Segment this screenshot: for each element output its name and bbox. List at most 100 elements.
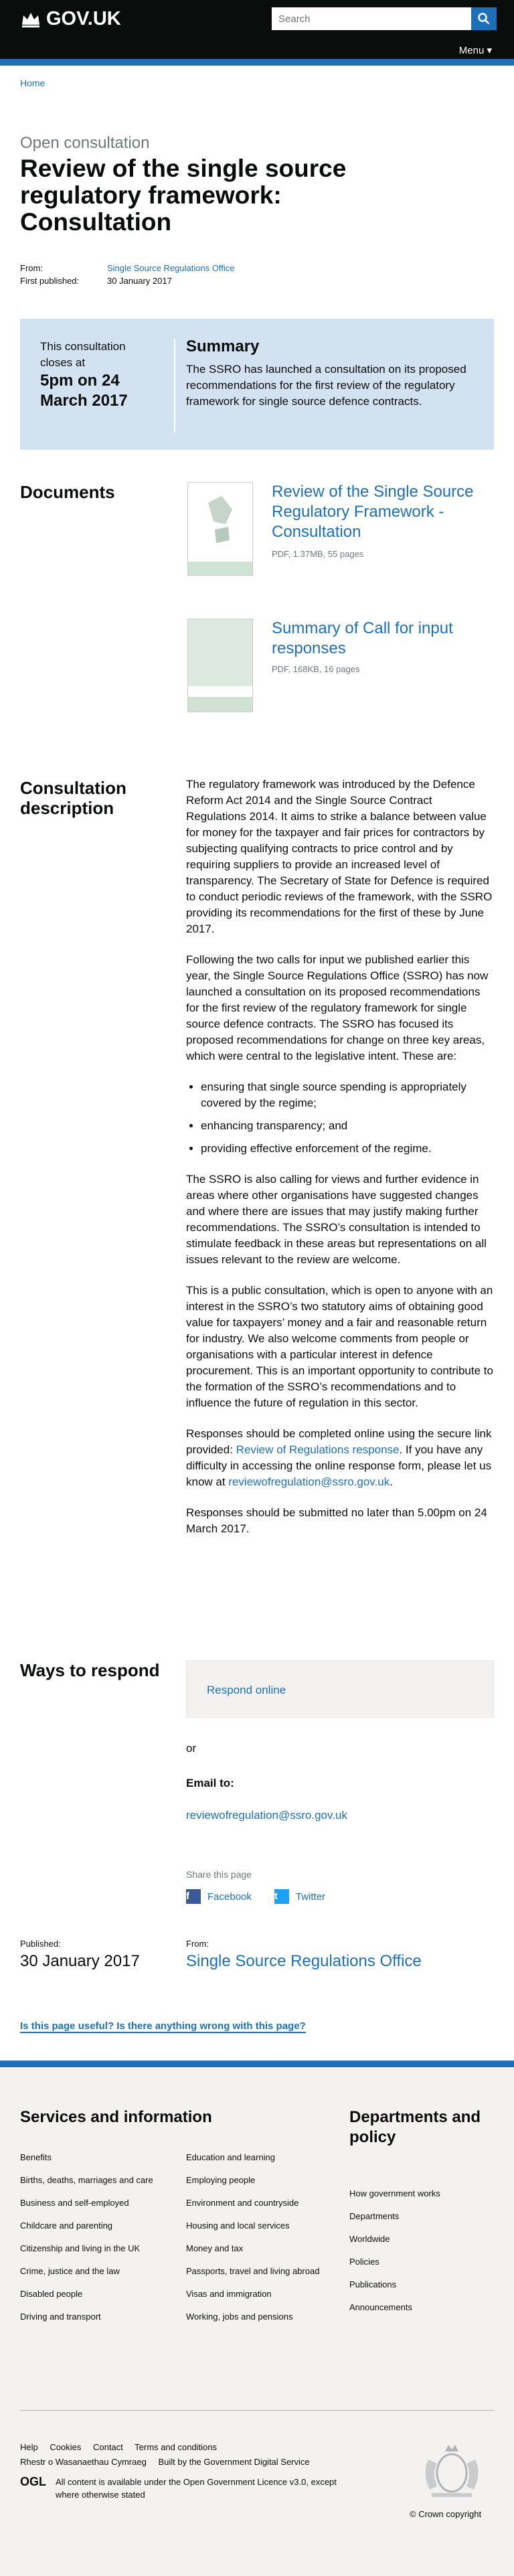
logo-text: GOV.UK [46, 8, 121, 29]
facebook-icon: f [186, 1889, 201, 1904]
document-meta: PDF, 1.37MB, 55 pages [272, 549, 364, 559]
footer-link[interactable]: Publications [349, 2279, 443, 2290]
footer-services-col-2: Education and learning Employing people … [186, 2152, 320, 2334]
footer-link[interactable]: Policies [349, 2256, 443, 2267]
documents-heading: Documents [20, 482, 115, 502]
or-text: or [186, 1742, 197, 1755]
consultation-description: The regulatory framework was introduced … [186, 777, 494, 1552]
footer-link[interactable]: Working, jobs and pensions [186, 2311, 320, 2322]
footer-link[interactable]: Housing and local services [186, 2220, 320, 2231]
paragraph: Responses should be completed online usi… [186, 1426, 494, 1490]
summary-heading: Summary [186, 337, 260, 355]
document-cover-icon [188, 483, 252, 575]
share-links: f Facebook t Twitter [186, 1889, 325, 1904]
footer-link[interactable]: Announcements [349, 2302, 443, 2313]
search-form [272, 7, 497, 30]
paragraph: The SSRO is also calling for views and f… [186, 1173, 487, 1266]
page-feedback-link[interactable]: Is this page useful? Is there anything w… [20, 2020, 306, 2033]
summary-text: The SSRO has launched a consultation on … [186, 363, 466, 408]
menu-button[interactable]: Menu ▾ [459, 44, 492, 56]
page-caption: Open consultation [20, 134, 150, 152]
footer-link[interactable]: Passports, travel and living abroad [186, 2265, 320, 2277]
footer-link[interactable]: Childcare and parenting [20, 2220, 174, 2231]
list-item: enhancing transparency; and [201, 1118, 494, 1134]
copyright-link[interactable]: © Crown copyright [410, 2509, 481, 2519]
paragraph: The regulatory framework was introduced … [186, 778, 493, 935]
footer-meta-link[interactable]: Terms and conditions [135, 2442, 217, 2452]
footer-link[interactable]: Worldwide [349, 2233, 443, 2245]
published-value: 30 January 2017 [20, 1952, 140, 1970]
licence-text: All content is available under the [56, 2477, 183, 2487]
key-areas-list: ensuring that single source spending is … [201, 1079, 494, 1157]
licence: OGL All content is available under the O… [20, 2476, 350, 2501]
callout-divider [174, 339, 175, 432]
paragraph: Responses should be submitted no later t… [186, 1506, 487, 1535]
royal-coat-of-arms-icon [425, 2445, 479, 2497]
paragraph: Following the two calls for input we pub… [186, 953, 489, 1062]
footer-link[interactable]: Departments [349, 2210, 443, 2222]
licence-text-block: All content is available under the Open … [56, 2476, 350, 2501]
from-link[interactable]: Single Source Regulations Office [107, 263, 235, 273]
breadcrumb-home[interactable]: Home [20, 78, 45, 88]
footer-link[interactable]: Citizenship and living in the UK [20, 2243, 174, 2254]
footer-meta-link[interactable]: Rhestr o Wasanaethau Cymraeg [20, 2457, 147, 2467]
footer-link[interactable]: Business and self-employed [20, 2197, 174, 2208]
email-link[interactable]: reviewofregulation@ssro.gov.uk [228, 1475, 390, 1488]
document-thumbnail[interactable] [187, 619, 253, 712]
document-cover-icon [188, 619, 252, 712]
departments-heading: Departments and policy [349, 2108, 481, 2146]
list-item: ensuring that single source spending is … [201, 1079, 494, 1111]
published-date: 30 January 2017 [107, 276, 172, 286]
page: GOV.UK Menu ▾ Home Open consultation Rev… [0, 0, 514, 2576]
footer-link[interactable]: Births, deaths, marriages and care [20, 2174, 174, 2186]
twitter-link[interactable]: Twitter [296, 1891, 325, 1903]
footer-link[interactable]: Environment and countryside [186, 2197, 320, 2208]
footer-link[interactable]: Crime, justice and the law [20, 2265, 174, 2277]
site-footer: Services and information Departments and… [0, 2061, 514, 2576]
footer-meta-link[interactable]: Help [20, 2442, 38, 2452]
respond-email-link[interactable]: reviewofregulation@ssro.gov.uk [186, 1809, 347, 1822]
share-twitter[interactable]: t Twitter [274, 1889, 325, 1904]
footer-link[interactable]: Education and learning [186, 2152, 320, 2163]
footer-link[interactable]: How government works [349, 2188, 443, 2199]
from-organisation-link[interactable]: Single Source Regulations Office [186, 1952, 422, 1971]
footer-link[interactable]: Visas and immigration [186, 2288, 320, 2300]
paragraph: This is a public consultation, which is … [186, 1284, 493, 1409]
crown-icon [22, 12, 39, 27]
search-input[interactable] [272, 7, 471, 30]
site-header: GOV.UK [0, 0, 514, 39]
share-label: Share this page [186, 1869, 252, 1880]
menu-bar: Menu ▾ [0, 39, 514, 66]
search-button[interactable] [471, 7, 497, 30]
footer-link[interactable]: Benefits [20, 2152, 174, 2163]
footer-link[interactable]: Money and tax [186, 2243, 320, 2254]
footer-link[interactable]: Driving and transport [20, 2311, 174, 2322]
gds-link[interactable]: Government Digital Service [203, 2457, 309, 2467]
footer-departments-col: How government works Departments Worldwi… [349, 2188, 443, 2324]
footer-meta-links: Help Cookies Contact Terms and condition… [20, 2440, 319, 2470]
footer-link[interactable]: Disabled people [20, 2288, 174, 2300]
licence-link[interactable]: Open Government Licence v3.0 [183, 2477, 307, 2487]
respond-online-link[interactable]: Respond online [207, 1684, 286, 1697]
consultation-callout: This consultation closes at 5pm on 24 Ma… [20, 319, 494, 450]
govuk-logo[interactable]: GOV.UK [20, 8, 121, 30]
respond-online-box: Respond online [186, 1660, 494, 1718]
share-facebook[interactable]: f Facebook [186, 1889, 252, 1904]
closing-text: This consultation closes at [40, 340, 126, 369]
response-link[interactable]: Review of Regulations response [236, 1443, 400, 1456]
published-label: First published: [20, 276, 80, 286]
email-heading: Email to: [186, 1777, 234, 1789]
from-label: From: [20, 263, 43, 273]
document-link[interactable]: Summary of Call for input responses [272, 619, 493, 659]
closing-datetime: 5pm on 24 March 2017 [40, 372, 128, 410]
document-link[interactable]: Review of the Single Source Regulatory F… [272, 482, 493, 542]
footer-meta-link[interactable]: Contact [93, 2442, 123, 2452]
facebook-link[interactable]: Facebook [207, 1891, 252, 1903]
menu-label: Menu [458, 45, 485, 56]
footer-meta-link[interactable]: Cookies [50, 2442, 81, 2452]
footer-link[interactable]: Employing people [186, 2174, 320, 2186]
page-title: Review of the single source regulatory f… [20, 155, 347, 236]
document-thumbnail[interactable] [187, 482, 253, 576]
text: . [390, 1475, 393, 1488]
search-icon [478, 13, 490, 25]
